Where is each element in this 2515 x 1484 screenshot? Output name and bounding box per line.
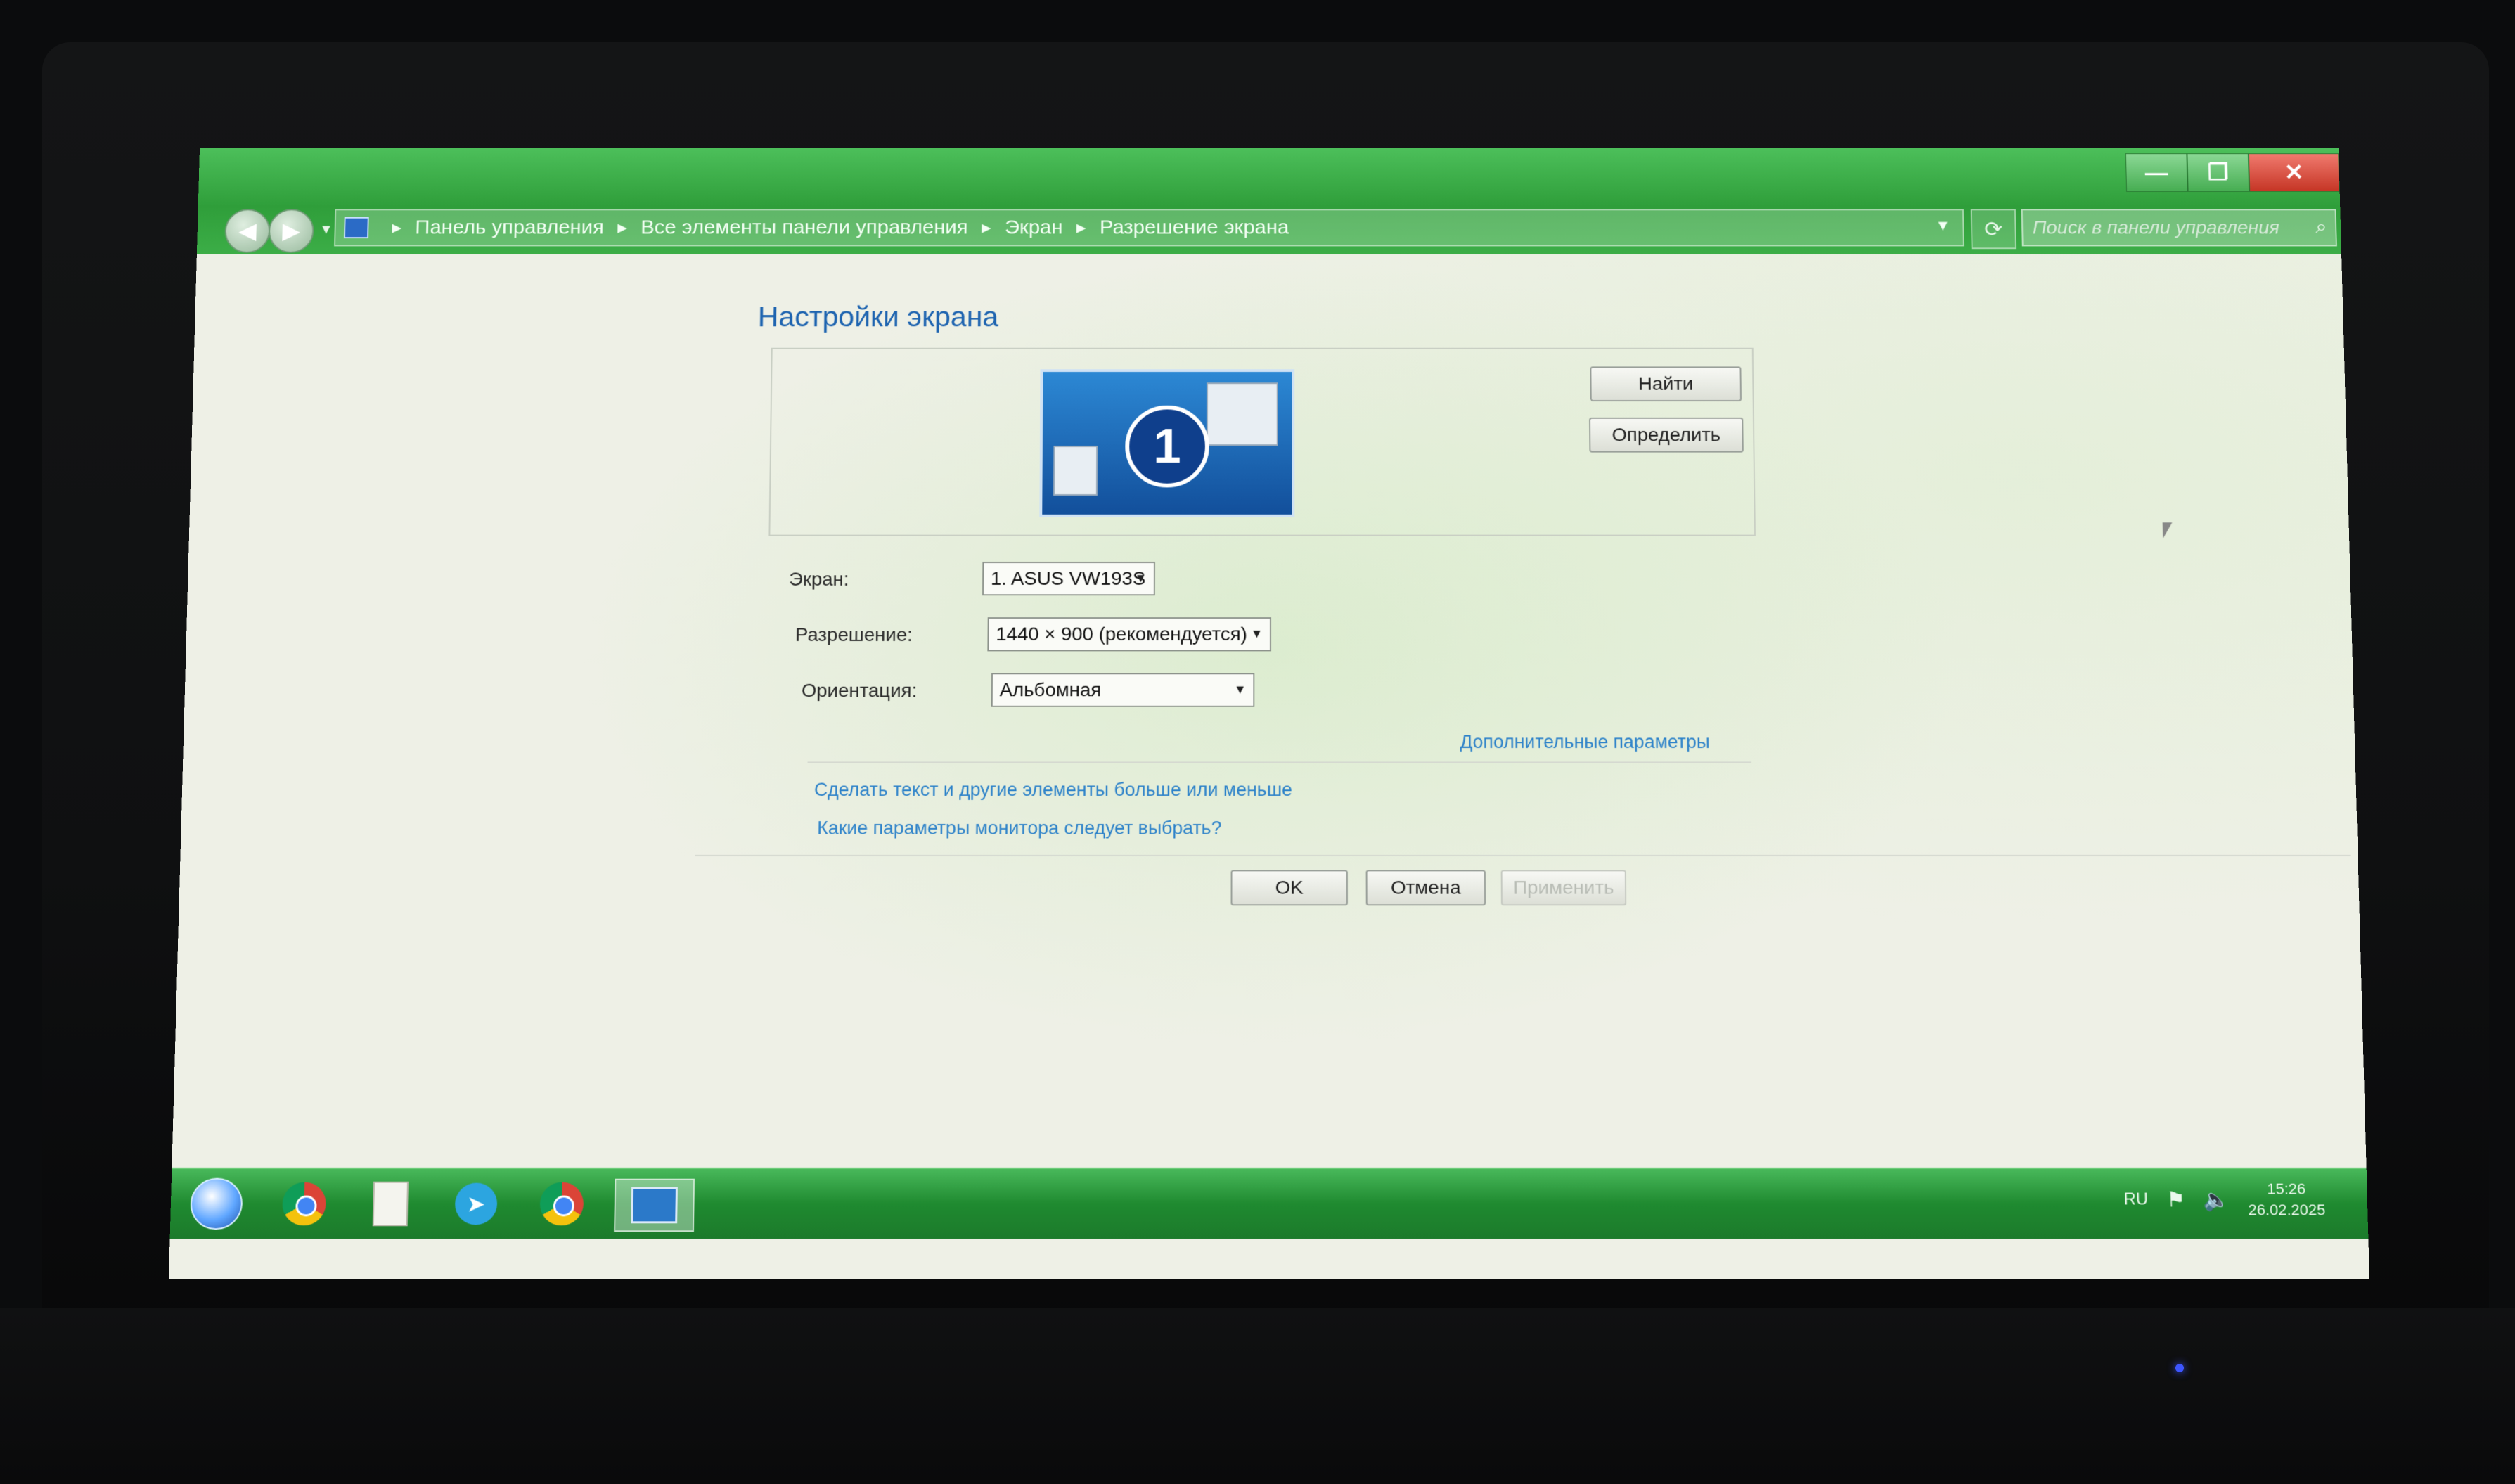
advanced-settings-link[interactable]: Дополнительные параметры	[1460, 732, 1710, 753]
display-select[interactable]: 1. ASUS VW193S ▼	[982, 562, 1155, 596]
close-button[interactable]: ✕	[2248, 153, 2340, 192]
history-dropdown-icon[interactable]: ▼	[319, 222, 333, 238]
address-bar[interactable]: ▶ Панель управления ▶ Все элементы панел…	[334, 209, 1964, 247]
address-dropdown-icon[interactable]: ▼	[1936, 217, 1951, 235]
chevron-down-icon: ▼	[1250, 626, 1263, 640]
search-placeholder: Поиск в панели управления	[2032, 217, 2280, 238]
breadcrumb-separator-icon[interactable]: ▶	[1076, 221, 1086, 235]
section-divider	[807, 761, 1752, 763]
orientation-select-value: Альбомная	[999, 679, 1102, 701]
monitor-bottom-edge	[0, 1308, 2515, 1484]
mouse-cursor-icon	[2162, 522, 2173, 539]
chrome-icon	[281, 1182, 327, 1226]
display-settings-icon	[631, 1187, 678, 1224]
windows-logo-icon	[189, 1177, 243, 1230]
orientation-select[interactable]: Альбомная ▼	[991, 673, 1255, 707]
thumbnail-window-icon	[1053, 446, 1098, 496]
breadcrumb-control-panel[interactable]: Панель управления	[415, 217, 604, 239]
maximize-button[interactable]: ❐	[2187, 153, 2250, 192]
cancel-button[interactable]: Отмена	[1365, 870, 1486, 906]
breadcrumb-separator-icon[interactable]: ▶	[982, 221, 991, 235]
taskbar-display-settings[interactable]	[614, 1178, 695, 1232]
start-button[interactable]	[184, 1177, 249, 1230]
refresh-button[interactable]: ⟳	[1970, 209, 2017, 250]
page-title: Настройки экрана	[757, 301, 999, 333]
window-controls: — ❐ ✕	[2125, 153, 2340, 192]
breadcrumb-screen-resolution[interactable]: Разрешение экрана	[1100, 217, 1289, 239]
clock[interactable]: 15:26 26.02.2025	[2247, 1179, 2326, 1221]
monitor-thumbnail[interactable]: 1	[1039, 369, 1295, 517]
system-tray: RU ⚑ 🔈 15:26 26.02.2025	[2123, 1179, 2326, 1221]
breadcrumb-all-items[interactable]: Все элементы панели управления	[641, 217, 968, 239]
chevron-down-icon: ▼	[1233, 682, 1247, 697]
chevron-down-icon: ▼	[1134, 571, 1147, 585]
taskbar-telegram[interactable]: ➤	[444, 1179, 508, 1230]
main-content: Настройки экрана 1 Найти Определить Экра…	[172, 254, 2367, 1175]
resolution-label: Разрешение:	[795, 624, 913, 645]
window-titlebar: — ❐ ✕ ◀ ▶ ▼ ▶ Панель управления ▶ Все эл…	[196, 148, 2342, 254]
monitor-settings-help-link[interactable]: Какие параметры монитора следует выбрать…	[817, 818, 1221, 839]
display-preview-panel: 1 Найти Определить	[768, 347, 1756, 536]
taskbar: ➤ RU ⚑ 🔈 15:26 26.02.2025	[169, 1167, 2369, 1239]
breadcrumb-display[interactable]: Экран	[1005, 217, 1063, 239]
back-arrow-icon: ◀	[238, 218, 257, 244]
minimize-button[interactable]: —	[2125, 153, 2188, 192]
identify-button[interactable]: Определить	[1589, 417, 1744, 453]
action-center-flag-icon[interactable]: ⚑	[2166, 1187, 2186, 1212]
text-size-link[interactable]: Сделать текст и другие элементы больше и…	[814, 780, 1292, 801]
breadcrumb-separator-icon[interactable]: ▶	[392, 221, 401, 235]
control-panel-icon	[343, 217, 369, 239]
chrome-icon	[539, 1182, 584, 1226]
monitor-number-badge: 1	[1125, 405, 1209, 488]
forward-button[interactable]: ▶	[268, 209, 315, 253]
taskbar-chrome-2[interactable]	[529, 1179, 593, 1230]
resolution-select[interactable]: 1440 × 900 (рекомендуется) ▼	[987, 617, 1271, 652]
breadcrumb-separator-icon[interactable]: ▶	[617, 221, 627, 235]
telegram-icon: ➤	[454, 1182, 498, 1225]
display-select-value: 1. ASUS VW193S	[990, 567, 1146, 589]
search-input[interactable]: Поиск в панели управления ⌕	[2021, 209, 2337, 247]
thumbnail-window-icon	[1206, 382, 1278, 446]
volume-icon[interactable]: 🔈	[2203, 1187, 2230, 1212]
buttons-divider	[695, 854, 2351, 856]
screen: — ❐ ✕ ◀ ▶ ▼ ▶ Панель управления ▶ Все эл…	[169, 148, 2369, 1279]
orientation-label: Ориентация:	[801, 680, 918, 702]
resolution-select-value: 1440 × 900 (рекомендуется)	[996, 623, 1247, 645]
ok-button[interactable]: OK	[1230, 870, 1348, 906]
taskbar-notepad[interactable]	[359, 1179, 423, 1230]
clock-time: 15:26	[2266, 1180, 2306, 1198]
detect-button[interactable]: Найти	[1590, 366, 1742, 401]
display-label: Экран:	[788, 568, 849, 590]
power-led	[2175, 1364, 2184, 1372]
forward-arrow-icon: ▶	[282, 218, 301, 244]
taskbar-chrome[interactable]	[272, 1179, 337, 1230]
back-button[interactable]: ◀	[224, 209, 271, 253]
refresh-icon: ⟳	[1983, 217, 2003, 241]
language-indicator[interactable]: RU	[2123, 1190, 2148, 1210]
clock-date: 26.02.2025	[2248, 1201, 2326, 1219]
search-icon[interactable]: ⌕	[2315, 216, 2327, 238]
apply-button[interactable]: Применить	[1500, 870, 1627, 906]
notepad-icon	[372, 1181, 409, 1227]
